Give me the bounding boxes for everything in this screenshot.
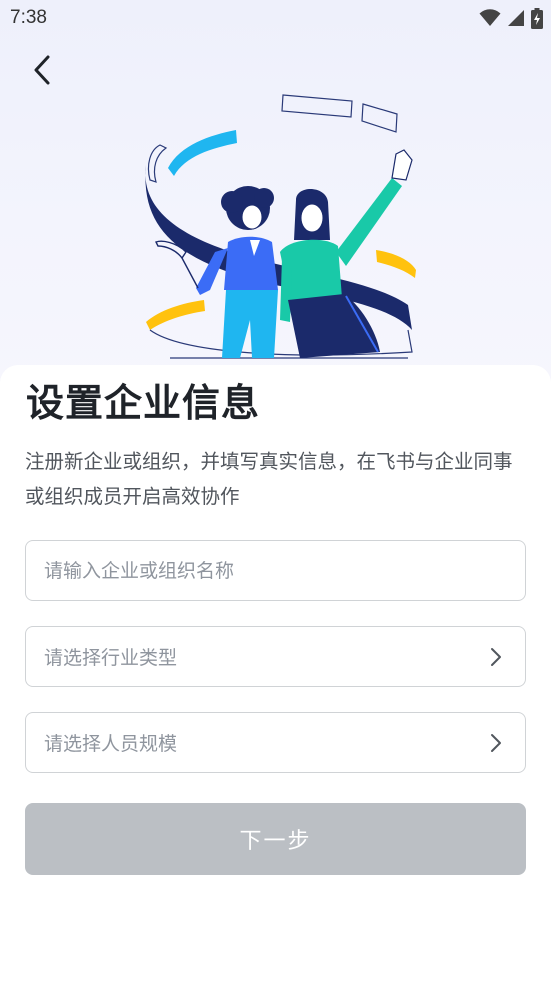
org-name-input[interactable] bbox=[44, 559, 484, 582]
page-description: 注册新企业或组织，并填写真实信息，在飞书与企业同事或组织成员开启高效协作 bbox=[25, 450, 513, 508]
battery-charging-icon bbox=[531, 7, 543, 29]
wifi-icon bbox=[479, 9, 501, 26]
hero-background: 7:38 bbox=[0, 0, 551, 400]
team-illustration bbox=[145, 94, 416, 359]
industry-placeholder: 请选择行业类型 bbox=[44, 647, 178, 669]
industry-select[interactable]: 请选择行业类型 bbox=[25, 626, 526, 687]
status-icons bbox=[479, 7, 543, 29]
staff-size-select[interactable]: 请选择人员规模 bbox=[25, 712, 526, 773]
status-bar: 7:38 bbox=[0, 0, 551, 38]
chevron-right-icon bbox=[491, 734, 501, 752]
staff-size-placeholder: 请选择人员规模 bbox=[44, 733, 178, 755]
page-title: 设置企业信息 bbox=[26, 381, 261, 425]
next-step-button[interactable]: 下一步 bbox=[25, 803, 526, 875]
chevron-left-icon bbox=[34, 55, 50, 85]
chevron-right-icon bbox=[491, 648, 501, 666]
status-time: 7:38 bbox=[10, 7, 47, 28]
org-name-field[interactable] bbox=[25, 540, 526, 601]
cellular-signal-icon bbox=[508, 10, 524, 26]
back-button[interactable] bbox=[22, 50, 62, 90]
